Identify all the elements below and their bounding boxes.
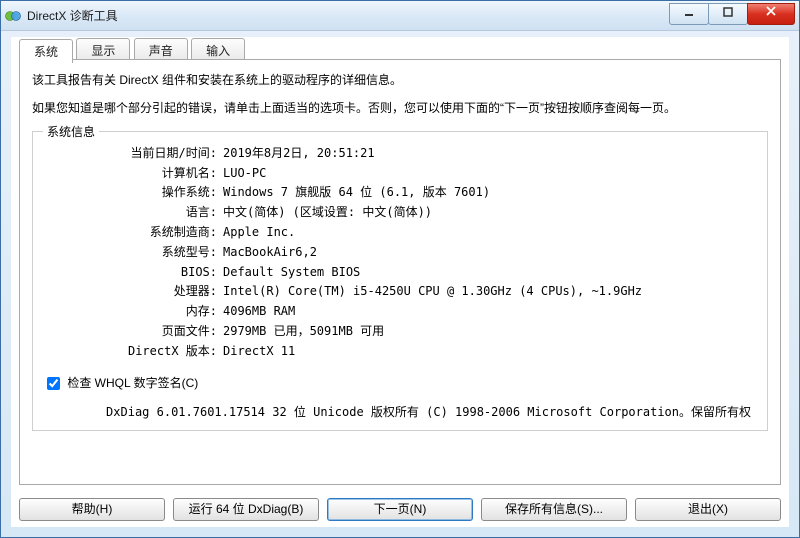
system-info-list: 当前日期/时间: 2019年8月2日, 20:51:21 计算机名: LUO-P… — [43, 144, 757, 362]
label-model: 系统型号: — [43, 243, 223, 263]
value-dxver: DirectX 11 — [223, 342, 757, 362]
title-bar: DirectX 诊断工具 — [1, 1, 799, 31]
run64-button[interactable]: 运行 64 位 DxDiag(B) — [173, 498, 319, 521]
value-datetime: 2019年8月2日, 20:51:21 — [223, 144, 757, 164]
row-maker: 系统制造商: Apple Inc. — [43, 223, 757, 243]
dialog-window: DirectX 诊断工具 系统 显示 声音 输入 该工具报告有关 DirectX… — [0, 0, 800, 538]
label-datetime: 当前日期/时间: — [43, 144, 223, 164]
intro-line-1: 该工具报告有关 DirectX 组件和安装在系统上的驱动程序的详细信息。 — [32, 70, 768, 90]
intro-line-2: 如果您知道是哪个部分引起的错误，请单击上面适当的选项卡。否则，您可以使用下面的“… — [32, 98, 768, 118]
value-cpu: Intel(R) Core(TM) i5-4250U CPU @ 1.30GHz… — [223, 282, 757, 302]
row-model: 系统型号: MacBookAir6,2 — [43, 243, 757, 263]
whql-row: 检查 WHQL 数字签名(C) — [43, 374, 757, 393]
exit-button[interactable]: 退出(X) — [635, 498, 781, 521]
tab-sound[interactable]: 声音 — [134, 38, 188, 61]
row-language: 语言: 中文(简体) (区域设置: 中文(简体)) — [43, 203, 757, 223]
group-title: 系统信息 — [43, 123, 99, 140]
tab-row: 系统 显示 声音 输入 — [11, 37, 789, 59]
row-cpu: 处理器: Intel(R) Core(TM) i5-4250U CPU @ 1.… — [43, 282, 757, 302]
value-model: MacBookAir6,2 — [223, 243, 757, 263]
app-icon — [5, 8, 21, 24]
tab-display[interactable]: 显示 — [76, 38, 130, 61]
value-pagefile: 2979MB 已用，5091MB 可用 — [223, 322, 757, 342]
label-bios: BIOS: — [43, 263, 223, 283]
whql-checkbox[interactable] — [47, 377, 60, 390]
whql-checkbox-label[interactable]: 检查 WHQL 数字签名(C) — [43, 376, 198, 390]
save-all-button[interactable]: 保存所有信息(S)... — [481, 498, 627, 521]
copyright-line: DxDiag 6.01.7601.17514 32 位 Unicode 版权所有… — [43, 403, 757, 420]
maximize-button[interactable] — [708, 3, 748, 25]
tab-panel-system: 该工具报告有关 DirectX 组件和安装在系统上的驱动程序的详细信息。 如果您… — [19, 59, 781, 485]
value-maker: Apple Inc. — [223, 223, 757, 243]
window-title: DirectX 诊断工具 — [27, 7, 669, 24]
value-language: 中文(简体) (区域设置: 中文(简体)) — [223, 203, 757, 223]
row-os: 操作系统: Windows 7 旗舰版 64 位 (6.1, 版本 7601) — [43, 183, 757, 203]
tab-input[interactable]: 输入 — [191, 38, 245, 61]
system-info-group: 系统信息 当前日期/时间: 2019年8月2日, 20:51:21 计算机名: … — [32, 131, 768, 431]
next-page-button[interactable]: 下一页(N) — [327, 498, 473, 521]
tab-system[interactable]: 系统 — [19, 39, 73, 63]
label-language: 语言: — [43, 203, 223, 223]
row-bios: BIOS: Default System BIOS — [43, 263, 757, 283]
client-area: 系统 显示 声音 输入 该工具报告有关 DirectX 组件和安装在系统上的驱动… — [11, 37, 789, 527]
window-controls — [669, 3, 795, 25]
label-maker: 系统制造商: — [43, 223, 223, 243]
label-cpu: 处理器: — [43, 282, 223, 302]
label-os: 操作系统: — [43, 183, 223, 203]
label-dxver: DirectX 版本: — [43, 342, 223, 362]
button-row: 帮助(H) 运行 64 位 DxDiag(B) 下一页(N) 保存所有信息(S)… — [19, 498, 781, 521]
row-dxver: DirectX 版本: DirectX 11 — [43, 342, 757, 362]
value-os: Windows 7 旗舰版 64 位 (6.1, 版本 7601) — [223, 183, 757, 203]
row-computer: 计算机名: LUO-PC — [43, 164, 757, 184]
minimize-button[interactable] — [669, 3, 709, 25]
row-memory: 内存: 4096MB RAM — [43, 302, 757, 322]
value-bios: Default System BIOS — [223, 263, 757, 283]
whql-label-text: 检查 WHQL 数字签名(C) — [67, 376, 198, 390]
value-memory: 4096MB RAM — [223, 302, 757, 322]
label-pagefile: 页面文件: — [43, 322, 223, 342]
label-computer: 计算机名: — [43, 164, 223, 184]
label-memory: 内存: — [43, 302, 223, 322]
value-computer: LUO-PC — [223, 164, 757, 184]
help-button[interactable]: 帮助(H) — [19, 498, 165, 521]
row-datetime: 当前日期/时间: 2019年8月2日, 20:51:21 — [43, 144, 757, 164]
close-button[interactable] — [747, 3, 795, 25]
row-pagefile: 页面文件: 2979MB 已用，5091MB 可用 — [43, 322, 757, 342]
